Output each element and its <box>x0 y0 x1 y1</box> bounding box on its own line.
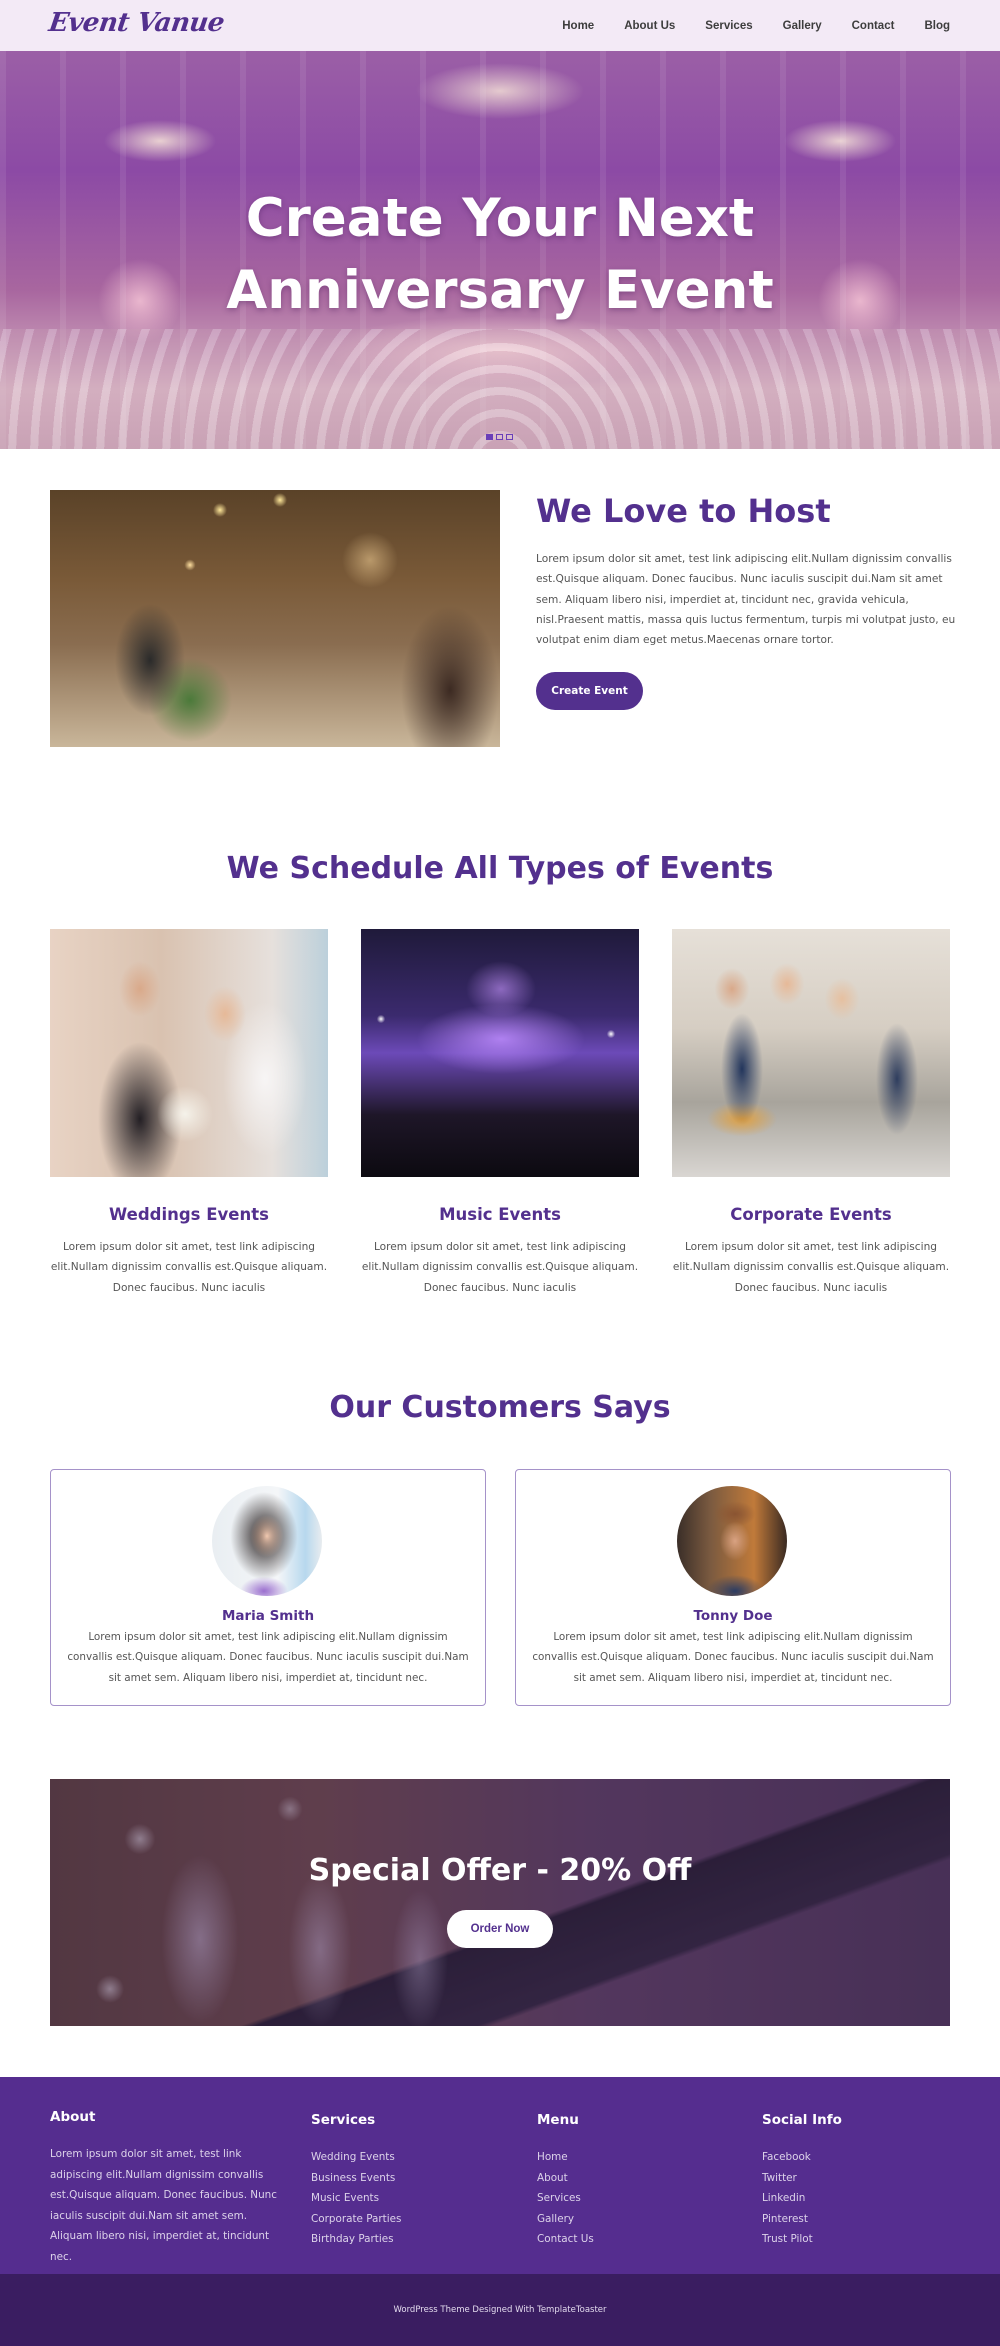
footer-link-services[interactable]: Services <box>537 2192 581 2204</box>
corporate-event-image <box>672 929 950 1177</box>
party-toast-image <box>50 490 500 747</box>
footer-link-contact-us[interactable]: Contact Us <box>537 2233 594 2245</box>
avatar <box>212 1486 322 1596</box>
testimonial-text: Lorem ipsum dolor sit amet, test link ad… <box>67 1631 469 1684</box>
footer-link[interactable]: Linkedin <box>762 2188 813 2209</box>
footer-link-birthday-parties[interactable]: Birthday Parties <box>311 2233 394 2245</box>
footer-link-wedding-events[interactable]: Wedding Events <box>311 2151 395 2163</box>
wedding-event-image <box>50 929 328 1177</box>
footer-services-title: Services <box>311 2112 376 2128</box>
footer-services-list: Wedding Events Business Events Music Eve… <box>311 2147 401 2250</box>
nav-home[interactable]: Home <box>562 20 594 32</box>
avatar <box>677 1486 787 1596</box>
footer-link-facebook[interactable]: Facebook <box>762 2151 811 2163</box>
order-now-button[interactable]: Order Now <box>447 1910 553 1948</box>
footer-link[interactable]: Gallery <box>537 2209 594 2230</box>
event-text-weddings: Lorem ipsum dolor sit amet, test link ad… <box>50 1241 328 1294</box>
footer-link-music-events[interactable]: Music Events <box>311 2192 379 2204</box>
testimonial-name: Tonny Doe <box>693 1608 773 1624</box>
footer-link[interactable]: Pinterest <box>762 2209 813 2230</box>
hero-banner: Create Your Next Anniversary Event <box>0 51 1000 449</box>
testimonial-card: Tonny Doe Lorem ipsum dolor sit amet, te… <box>515 1469 951 1706</box>
footer-link-about[interactable]: About <box>537 2172 568 2184</box>
footer-link-business-events[interactable]: Business Events <box>311 2172 395 2184</box>
footer-social-title: Social Info <box>762 2112 842 2128</box>
footer-link[interactable]: Corporate Parties <box>311 2209 401 2230</box>
footer-menu-list: Home About Services Gallery Contact Us <box>537 2147 594 2250</box>
host-section-title: We Love to Host <box>536 492 831 530</box>
hero-title-line-1: Create Your Next <box>245 188 755 249</box>
copyright-bar: WordPress Theme Designed With TemplateTo… <box>0 2274 1000 2346</box>
host-section-text: Lorem ipsum dolor sit amet, test link ad… <box>536 553 956 647</box>
footer-link[interactable]: Wedding Events <box>311 2147 401 2168</box>
slider-pagination <box>486 434 513 440</box>
footer-link-pinterest[interactable]: Pinterest <box>762 2213 808 2225</box>
special-offer-banner: Special Offer - 20% Off Order Now <box>50 1779 950 2026</box>
hero-title-line-2: Anniversary Event <box>226 260 774 321</box>
footer-link[interactable]: Business Events <box>311 2168 401 2189</box>
footer-link[interactable]: Facebook <box>762 2147 813 2168</box>
create-event-button[interactable]: Create Event <box>536 672 643 710</box>
offer-title: Special Offer - 20% Off <box>308 1853 692 1888</box>
footer-link[interactable]: Twitter <box>762 2168 813 2189</box>
footer-link[interactable]: Birthday Parties <box>311 2229 401 2250</box>
footer-link[interactable]: Services <box>537 2188 594 2209</box>
event-title-music: Music Events <box>439 1205 561 1224</box>
footer-link[interactable]: Home <box>537 2147 594 2168</box>
footer-menu-title: Menu <box>537 2112 579 2128</box>
footer-link-corporate-parties[interactable]: Corporate Parties <box>311 2213 401 2225</box>
footer-link[interactable]: Trust Pilot <box>762 2229 813 2250</box>
footer-link-gallery[interactable]: Gallery <box>537 2213 574 2225</box>
slider-dot-1[interactable] <box>486 434 493 440</box>
footer-about-text: Lorem ipsum dolor sit amet, test link ad… <box>50 2148 277 2263</box>
testimonial-text: Lorem ipsum dolor sit amet, test link ad… <box>532 1631 934 1684</box>
footer-link[interactable]: Music Events <box>311 2188 401 2209</box>
footer-social-list: Facebook Twitter Linkedin Pinterest Trus… <box>762 2147 813 2250</box>
footer-link-twitter[interactable]: Twitter <box>762 2172 797 2184</box>
event-title-weddings: Weddings Events <box>109 1205 269 1224</box>
nav-gallery[interactable]: Gallery <box>783 20 822 32</box>
testimonial-name: Maria Smith <box>221 1608 315 1624</box>
main-nav: Home About Us Services Gallery Contact B… <box>532 0 950 51</box>
music-event-image <box>361 929 639 1177</box>
slider-dot-2[interactable] <box>496 434 503 440</box>
slider-dot-3[interactable] <box>506 434 513 440</box>
nav-about-us[interactable]: About Us <box>624 20 675 32</box>
testimonial-card: Maria Smith Lorem ipsum dolor sit amet, … <box>50 1469 486 1706</box>
schedule-section-title: We Schedule All Types of Events <box>226 851 774 886</box>
event-title-corporate: Corporate Events <box>730 1205 892 1224</box>
footer-about-title: About <box>50 2109 96 2125</box>
nav-contact[interactable]: Contact <box>852 20 895 32</box>
site-footer: About Lorem ipsum dolor sit amet, test l… <box>0 2077 1000 2274</box>
event-text-corporate: Lorem ipsum dolor sit amet, test link ad… <box>672 1241 950 1294</box>
footer-link-trust-pilot[interactable]: Trust Pilot <box>762 2233 813 2245</box>
footer-link[interactable]: About <box>537 2168 594 2189</box>
hero-title: Create Your Next Anniversary Event <box>0 183 1000 327</box>
nav-blog[interactable]: Blog <box>924 20 950 32</box>
footer-link-linkedin[interactable]: Linkedin <box>762 2192 805 2204</box>
footer-link[interactable]: Contact Us <box>537 2229 594 2250</box>
nav-services[interactable]: Services <box>705 20 752 32</box>
site-logo[interactable]: Event Vanue <box>47 8 226 38</box>
event-text-music: Lorem ipsum dolor sit amet, test link ad… <box>361 1241 639 1294</box>
testimonials-section-title: Our Customers Says <box>329 1390 671 1425</box>
copyright-text: WordPress Theme Designed With TemplateTo… <box>393 2305 607 2315</box>
footer-link-home[interactable]: Home <box>537 2151 568 2163</box>
site-header: Event Vanue Home About Us Services Galle… <box>0 0 1000 51</box>
